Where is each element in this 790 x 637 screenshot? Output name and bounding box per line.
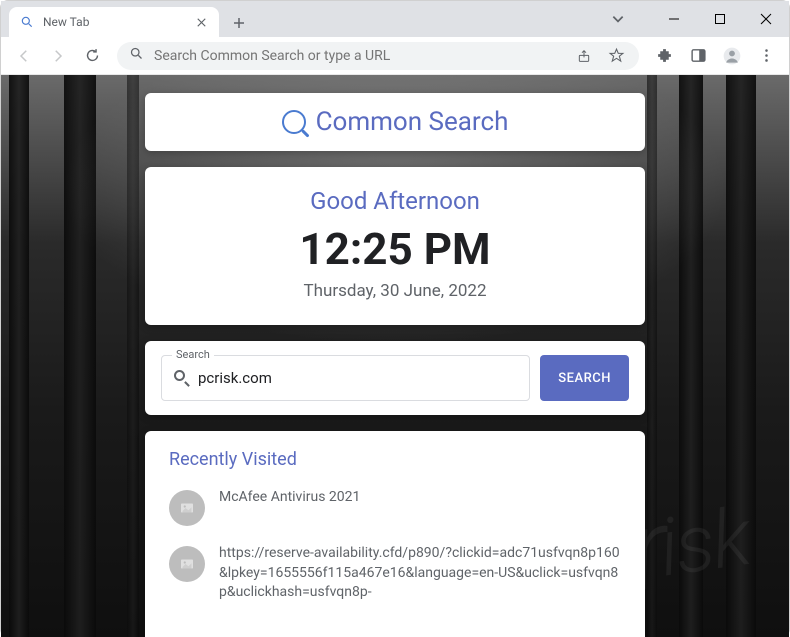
search-input[interactable] [198, 369, 517, 387]
list-item-text: McAfee Antivirus 2021 [219, 488, 360, 508]
bookmark-star-icon[interactable] [605, 41, 627, 71]
back-button[interactable] [9, 41, 39, 71]
time-display: 12:25 PM [169, 223, 621, 275]
search-field-label: Search [172, 348, 214, 361]
extensions-icon[interactable] [649, 41, 679, 71]
browser-toolbar [1, 37, 789, 75]
search-button[interactable]: SEARCH [540, 355, 629, 401]
minimize-button[interactable] [651, 1, 697, 37]
window-controls [595, 1, 789, 37]
search-icon [282, 110, 306, 134]
recently-visited-title: Recently Visited [169, 449, 621, 470]
list-item[interactable]: https://reserve-availability.cfd/p890/?c… [169, 544, 621, 603]
maximize-button[interactable] [697, 1, 743, 37]
search-icon [129, 46, 144, 65]
omnibox-input[interactable] [154, 48, 563, 64]
share-icon[interactable] [573, 41, 595, 71]
menu-icon[interactable] [751, 41, 781, 71]
forward-button[interactable] [43, 41, 73, 71]
date-display: Thursday, 30 June, 2022 [169, 281, 621, 301]
profile-avatar-icon[interactable] [717, 41, 747, 71]
clock-card: Good Afternoon 12:25 PM Thursday, 30 Jun… [145, 167, 645, 325]
search-icon [174, 370, 190, 386]
list-item[interactable]: McAfee Antivirus 2021 [169, 488, 621, 526]
tab-search-button[interactable] [595, 1, 641, 37]
browser-tab[interactable]: New Tab [9, 7, 219, 37]
search-field[interactable]: Search [161, 355, 530, 401]
list-item-text: https://reserve-availability.cfd/p890/?c… [219, 544, 621, 603]
new-tab-button[interactable] [225, 9, 253, 37]
thumbnail-icon [169, 546, 205, 582]
tab-strip: New Tab [1, 1, 789, 37]
reload-button[interactable] [77, 41, 107, 71]
recently-visited-card: Recently Visited McAfee Antivirus 2021 h… [145, 431, 645, 637]
address-bar[interactable] [117, 42, 639, 70]
close-window-button[interactable] [743, 1, 789, 37]
close-tab-icon[interactable] [193, 14, 209, 30]
tab-favicon-search-icon [19, 14, 35, 30]
sidepanel-icon[interactable] [683, 41, 713, 71]
page-content: Common Search Good Afternoon 12:25 PM Th… [1, 75, 789, 637]
search-card: Search SEARCH [145, 341, 645, 415]
brand-title: Common Search [316, 107, 509, 137]
brand-header-card: Common Search [145, 93, 645, 151]
tab-title: New Tab [43, 15, 89, 29]
thumbnail-icon [169, 490, 205, 526]
greeting-text: Good Afternoon [169, 187, 621, 215]
